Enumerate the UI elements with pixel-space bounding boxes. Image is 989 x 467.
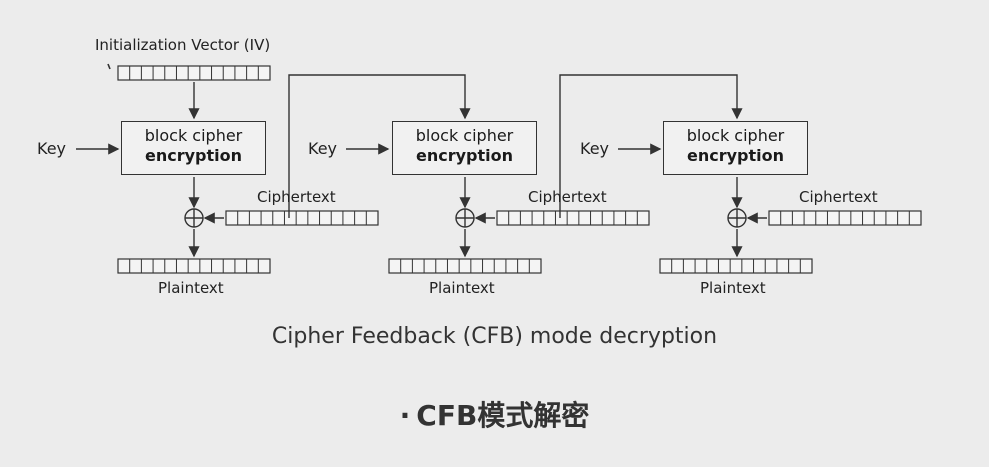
ciphertext-label-3: Ciphertext xyxy=(799,188,878,206)
xor-symbol-2 xyxy=(455,208,475,228)
plaintext-register-2 xyxy=(388,258,542,274)
plaintext-label-2: Plaintext xyxy=(429,279,495,297)
ciphertext-register-3 xyxy=(768,210,922,226)
xor-symbol-1 xyxy=(184,208,204,228)
block-cipher-box-3: block cipher encryption xyxy=(663,121,808,175)
block-cipher-box-2: block cipher encryption xyxy=(392,121,537,175)
bullet-dot: · xyxy=(399,399,411,432)
plaintext-label-1: Plaintext xyxy=(158,279,224,297)
block-cipher-label: block cipher xyxy=(686,126,785,145)
slide-title-text: CFB模式解密 xyxy=(416,399,590,432)
slide-title: · CFB模式解密 xyxy=(0,394,989,434)
ciphertext-register-1 xyxy=(225,210,379,226)
xor-symbol-3 xyxy=(727,208,747,228)
key-label-2: Key xyxy=(308,139,338,158)
ciphertext-label-2: Ciphertext xyxy=(528,188,607,206)
stray-tick xyxy=(107,63,111,70)
encryption-label: encryption xyxy=(144,146,242,165)
key-label-1: Key xyxy=(37,139,67,158)
block-cipher-label: block cipher xyxy=(415,126,514,145)
iv-label: Initialization Vector (IV) xyxy=(95,36,271,54)
encryption-label: encryption xyxy=(686,146,784,165)
iv-register xyxy=(117,65,271,81)
slide: Initialization Vector (IV) Key Key Key b… xyxy=(0,0,989,467)
block-cipher-label: block cipher xyxy=(144,126,243,145)
diagram-caption: Cipher Feedback (CFB) mode decryption xyxy=(271,324,718,349)
encryption-label: encryption xyxy=(415,146,513,165)
plaintext-register-1 xyxy=(117,258,271,274)
key-label-3: Key xyxy=(580,139,610,158)
block-cipher-box-1: block cipher encryption xyxy=(121,121,266,175)
plaintext-register-3 xyxy=(659,258,813,274)
ciphertext-label-1: Ciphertext xyxy=(257,188,336,206)
ciphertext-register-2 xyxy=(496,210,650,226)
plaintext-label-3: Plaintext xyxy=(700,279,766,297)
